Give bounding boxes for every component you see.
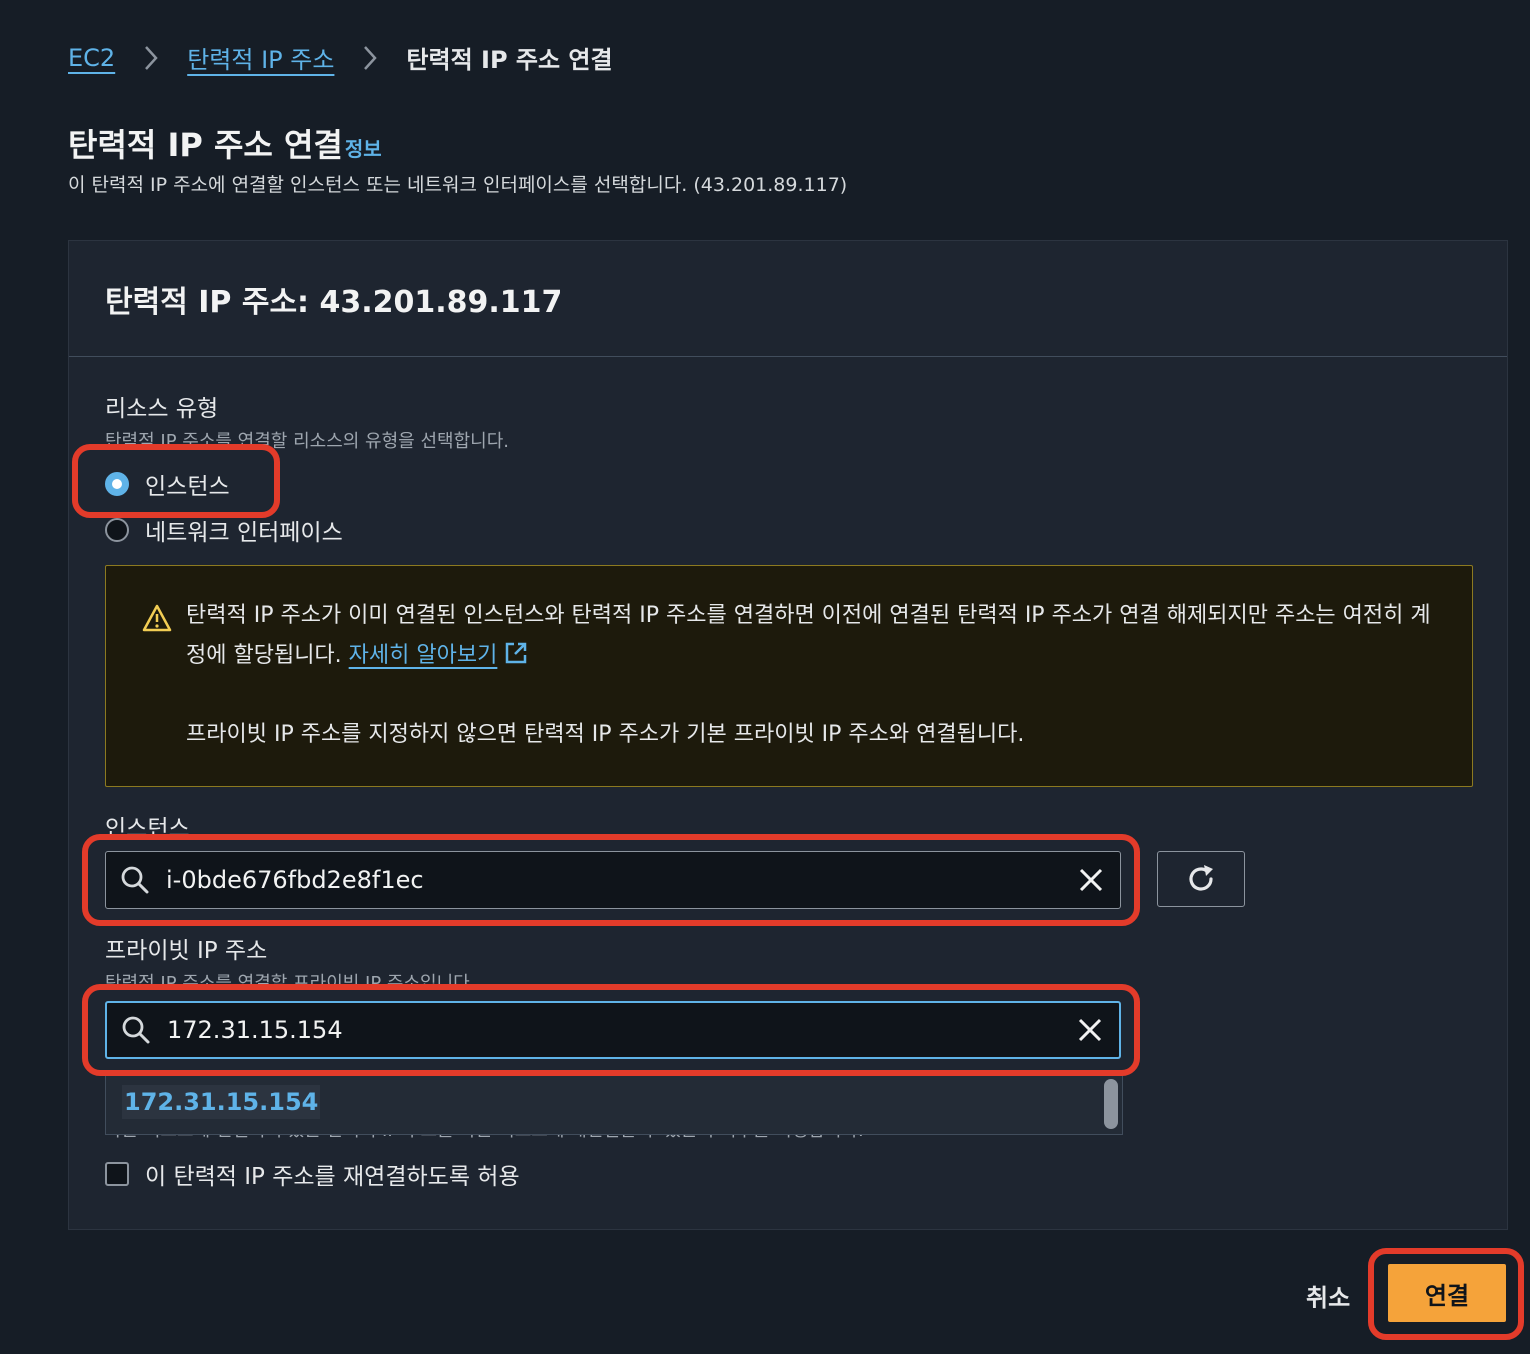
breadcrumb-ec2-link[interactable]: EC2 [68, 44, 115, 72]
refresh-icon [1189, 865, 1213, 891]
page-title-text: 탄력적 IP 주소 연결 [68, 126, 343, 164]
radio-button-checked[interactable] [105, 472, 129, 496]
warning-alert: 탄력적 IP 주소가 이미 연결된 인스턴스와 탄력적 IP 주소를 연결하면 … [105, 565, 1473, 787]
chevron-right-icon [360, 41, 380, 75]
page: EC2 탄력적 IP 주소 탄력적 IP 주소 연결 탄력적 IP 주소 연결 … [0, 0, 1530, 1354]
radio-button-unchecked[interactable] [105, 518, 129, 542]
private-ip-description: 탄력적 IP 주소를 연결할 프라이빗 IP 주소입니다. [105, 973, 476, 989]
page-description: 이 탄력적 IP 주소에 연결할 인스턴스 또는 네트워크 인터페이스를 선택합… [68, 174, 848, 196]
learn-more-link[interactable]: 자세히 알아보기 [349, 643, 498, 668]
scrollbar[interactable] [1104, 1079, 1118, 1129]
clear-icon[interactable] [1075, 1015, 1105, 1045]
reassociation-checkbox-label: 이 탄력적 IP 주소를 재연결하도록 허용 [145, 1164, 520, 1190]
refresh-button[interactable] [1157, 851, 1245, 907]
external-link-icon[interactable] [504, 641, 528, 665]
instance-label: 인스턴스 [105, 816, 190, 842]
instance-value[interactable]: i-0bde676fbd2e8f1ec [166, 866, 1076, 894]
radio-instance[interactable]: 인스턴스 [105, 467, 230, 501]
private-ip-dropdown: 172.31.15.154 [105, 1075, 1123, 1135]
radio-network-interface[interactable]: 네트워크 인터페이스 [105, 513, 343, 547]
page-title: 탄력적 IP 주소 연결 정보 [68, 120, 382, 166]
private-ip-label: 프라이빗 IP 주소 [105, 938, 268, 964]
reassociation-checkbox[interactable] [105, 1162, 129, 1186]
radio-network-interface-label: 네트워크 인터페이스 [145, 520, 343, 546]
panel-title: 탄력적 IP 주소: 43.201.89.117 [105, 285, 563, 320]
breadcrumb-current: 탄력적 IP 주소 연결 [406, 46, 613, 74]
private-ip-select[interactable]: 172.31.15.154 [105, 1001, 1121, 1059]
warning-icon [142, 604, 172, 632]
search-icon [122, 1016, 150, 1044]
dropdown-option[interactable]: 172.31.15.154 [122, 1085, 321, 1119]
association-panel: 탄력적 IP 주소: 43.201.89.117 리소스 유형 탄력적 IP 주… [68, 240, 1508, 1230]
warning-secondary-text: 프라이빗 IP 주소를 지정하지 않으면 탄력적 IP 주소가 기본 프라이빗 … [186, 722, 1025, 747]
clear-icon[interactable] [1076, 865, 1106, 895]
breadcrumb-elastic-ip-link[interactable]: 탄력적 IP 주소 [187, 40, 334, 75]
info-link[interactable]: 정보 [345, 133, 382, 162]
private-ip-value[interactable]: 172.31.15.154 [167, 1016, 1075, 1044]
resource-type-label: 리소스 유형 [105, 396, 219, 422]
search-icon [121, 866, 149, 894]
associate-button[interactable]: 연결 [1388, 1264, 1506, 1322]
cancel-button[interactable]: 취소 [1306, 1278, 1350, 1313]
radio-instance-label: 인스턴스 [145, 474, 230, 500]
warning-text: 탄력적 IP 주소가 이미 연결된 인스턴스와 탄력적 IP 주소를 연결하면 … [186, 596, 1436, 676]
reassociation-checkbox-row[interactable]: 이 탄력적 IP 주소를 재연결하도록 허용 [105, 1157, 520, 1191]
chevron-right-icon [141, 41, 161, 75]
instance-select[interactable]: i-0bde676fbd2e8f1ec [105, 851, 1121, 909]
resource-type-description: 탄력적 IP 주소를 연결할 리소스의 유형을 선택합니다. [105, 431, 509, 452]
panel-header: 탄력적 IP 주소: 43.201.89.117 [69, 241, 1507, 357]
breadcrumb: EC2 탄력적 IP 주소 탄력적 IP 주소 연결 [68, 40, 613, 75]
